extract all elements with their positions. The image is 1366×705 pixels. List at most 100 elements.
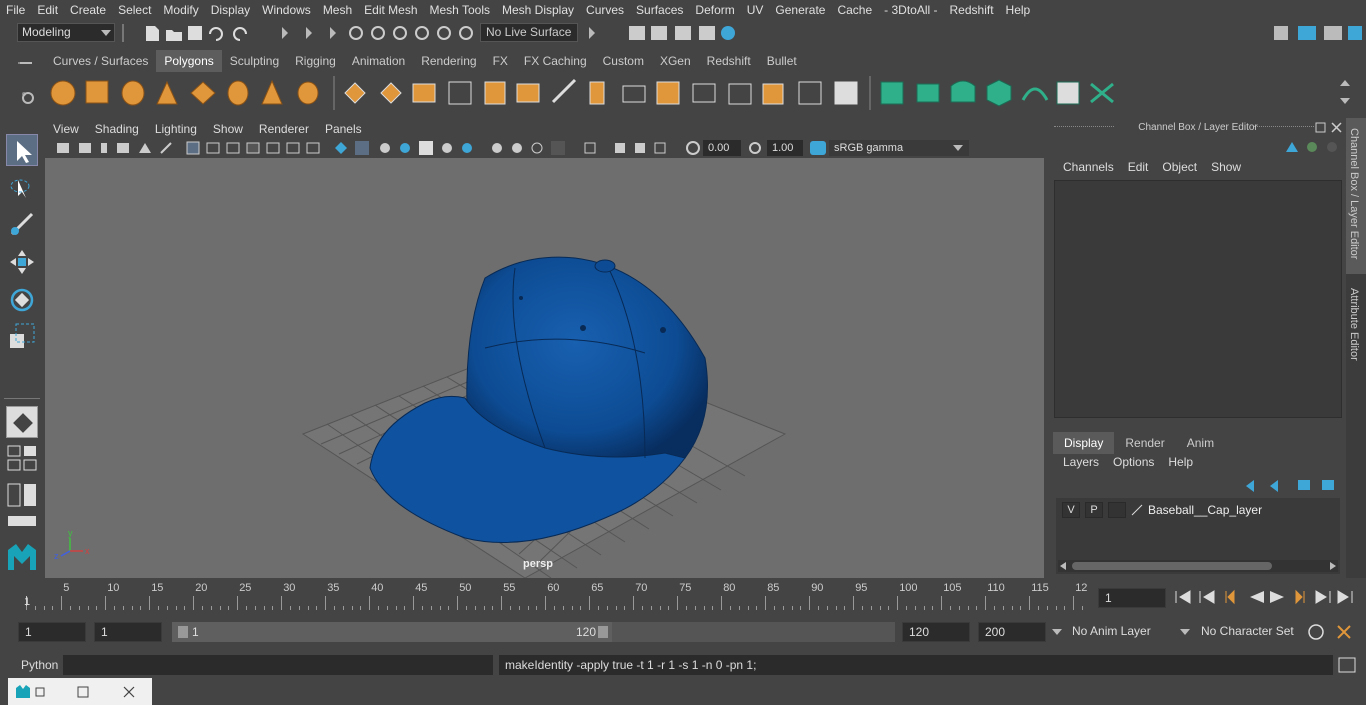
layer-name[interactable]: Baseball__Cap_layer [1148, 503, 1262, 517]
shelf-tab-redshift[interactable]: Redshift [699, 50, 759, 72]
script-language-label[interactable]: Python [21, 658, 58, 672]
live-surface-field[interactable]: No Live Surface [480, 23, 578, 42]
layer-tab-anim[interactable]: Anim [1176, 432, 1225, 454]
select-tool-icon[interactable] [6, 134, 38, 166]
shelf-tab-bullet[interactable]: Bullet [759, 50, 805, 72]
start-time-field[interactable]: 1 [18, 622, 86, 642]
viewport-3d[interactable]: y x z persp [45, 158, 1044, 579]
auto-key-icons[interactable] [1304, 622, 1364, 642]
paint-select-icon[interactable] [6, 208, 38, 240]
range-slider[interactable]: 1 120 [172, 622, 895, 642]
layer-tab-display[interactable]: Display [1053, 432, 1115, 454]
shelf-tab-rigging[interactable]: Rigging [287, 50, 344, 72]
menu-display[interactable]: Display [205, 3, 256, 17]
shelf-tab-xgen[interactable]: XGen [652, 50, 699, 72]
gamma-field[interactable]: 1.00 [767, 140, 803, 156]
channel-menu-channels[interactable]: Channels [1056, 160, 1121, 174]
channel-menu-edit[interactable]: Edit [1121, 160, 1156, 174]
menu-file[interactable]: File [0, 3, 31, 17]
range-handle-start[interactable] [178, 626, 188, 638]
layer-row[interactable]: V P Baseball__Cap_layer [1058, 500, 1338, 520]
side-tab-attribute-editor[interactable]: Attribute Editor [1348, 288, 1360, 361]
exposure-field[interactable]: 0.00 [703, 140, 741, 156]
end-time-field[interactable]: 200 [978, 622, 1046, 642]
shelf-side-icons[interactable] [16, 50, 40, 116]
last-tool-icon[interactable] [6, 406, 38, 438]
channel-box-icons[interactable] [1282, 138, 1342, 156]
viewport-menu-view[interactable]: View [45, 122, 87, 136]
lasso-tool-icon[interactable] [6, 172, 38, 204]
menu-help[interactable]: Help [1000, 3, 1037, 17]
range-handle-end[interactable] [598, 626, 608, 638]
menu-surfaces[interactable]: Surfaces [630, 3, 689, 17]
menu-mesh-tools[interactable]: Mesh Tools [424, 3, 496, 17]
viewport-menu-renderer[interactable]: Renderer [251, 122, 317, 136]
shelf-tab-custom[interactable]: Custom [595, 50, 652, 72]
menu-create[interactable]: Create [64, 3, 112, 17]
menu-uv[interactable]: UV [741, 3, 770, 17]
layer-menu-layers[interactable]: Layers [1056, 455, 1106, 469]
menu-3dtoall[interactable]: - 3DtoAll - [878, 3, 943, 17]
shelf-tab-fx-caching[interactable]: FX Caching [516, 50, 595, 72]
layout-buttons[interactable] [6, 444, 38, 544]
side-tab-channel-box[interactable]: Channel Box / Layer Editor [1348, 128, 1360, 259]
menu-cache[interactable]: Cache [831, 3, 878, 17]
shelf-tab-curves-surfaces[interactable]: Curves / Surfaces [45, 50, 156, 72]
viewport-menu-panels[interactable]: Panels [317, 122, 370, 136]
layer-scrollbar[interactable] [1058, 560, 1338, 572]
playback-controls[interactable] [1172, 586, 1362, 608]
menu-generate[interactable]: Generate [769, 3, 831, 17]
menu-mesh-display[interactable]: Mesh Display [496, 3, 580, 17]
time-slider[interactable]: 1 5 10 15 20 25 30 35 40 45 50 55 60 65 70 75 80 85 90 95 1… [20, 580, 1092, 610]
viewport-menu-lighting[interactable]: Lighting [147, 122, 205, 136]
viewport-icon-row[interactable] [55, 140, 735, 156]
shelf-tab-fx[interactable]: FX [485, 50, 516, 72]
viewport-menu-shading[interactable]: Shading [87, 122, 147, 136]
menu-windows[interactable]: Windows [256, 3, 317, 17]
current-frame-field[interactable]: 1 [1098, 588, 1166, 608]
layer-menu-options[interactable]: Options [1106, 455, 1161, 469]
menu-edit[interactable]: Edit [31, 3, 64, 17]
shelf-tab-polygons[interactable]: Polygons [156, 50, 222, 72]
color-management-icon[interactable] [809, 140, 827, 156]
channel-box-area[interactable] [1054, 180, 1342, 418]
layer-menu-help[interactable]: Help [1161, 455, 1200, 469]
chevron-down-icon[interactable] [1180, 629, 1190, 635]
playback-start-field[interactable]: 1 [94, 622, 162, 642]
menu-select[interactable]: Select [112, 3, 157, 17]
layer-buttons[interactable] [1242, 476, 1338, 494]
layout-icons[interactable] [1270, 22, 1366, 44]
visibility-toggle[interactable]: V [1062, 502, 1080, 518]
menu-redshift[interactable]: Redshift [944, 3, 1000, 17]
command-input[interactable] [63, 655, 493, 675]
menu-mesh[interactable]: Mesh [317, 3, 358, 17]
channel-menu-show[interactable]: Show [1204, 160, 1248, 174]
menu-edit-mesh[interactable]: Edit Mesh [358, 3, 423, 17]
shelf-tab-rendering[interactable]: Rendering [413, 50, 484, 72]
menu-curves[interactable]: Curves [580, 3, 630, 17]
anim-layer-select[interactable]: No Anim Layer [1066, 622, 1172, 642]
scale-tool-icon[interactable] [6, 320, 38, 352]
channel-menu-object[interactable]: Object [1155, 160, 1204, 174]
render-icons[interactable] [585, 22, 745, 44]
shelf-icon-row[interactable] [45, 72, 1355, 116]
shelf-tab-animation[interactable]: Animation [344, 50, 413, 72]
range-slider-bar[interactable] [172, 622, 612, 642]
character-set-select[interactable]: No Character Set [1195, 622, 1297, 642]
gamma-icon[interactable] [748, 140, 762, 156]
statusline-icons[interactable] [120, 22, 480, 44]
playback-end-field[interactable]: 120 [902, 622, 970, 642]
layer-color-icon[interactable] [1130, 503, 1144, 517]
layer-tab-render[interactable]: Render [1114, 432, 1175, 454]
playback-toggle[interactable]: P [1085, 502, 1103, 518]
panel-window-buttons[interactable] [1314, 121, 1344, 135]
viewport-menu-show[interactable]: Show [205, 122, 251, 136]
move-tool-icon[interactable] [6, 246, 38, 278]
shelf-scroll[interactable] [1339, 78, 1351, 112]
chevron-down-icon[interactable] [1052, 629, 1062, 635]
menu-modify[interactable]: Modify [157, 3, 204, 17]
rotate-tool-icon[interactable] [6, 284, 38, 316]
mode-selector[interactable]: Modeling [17, 23, 115, 42]
colorspace-select[interactable]: sRGB gamma [829, 140, 969, 156]
menu-deform[interactable]: Deform [689, 3, 740, 17]
